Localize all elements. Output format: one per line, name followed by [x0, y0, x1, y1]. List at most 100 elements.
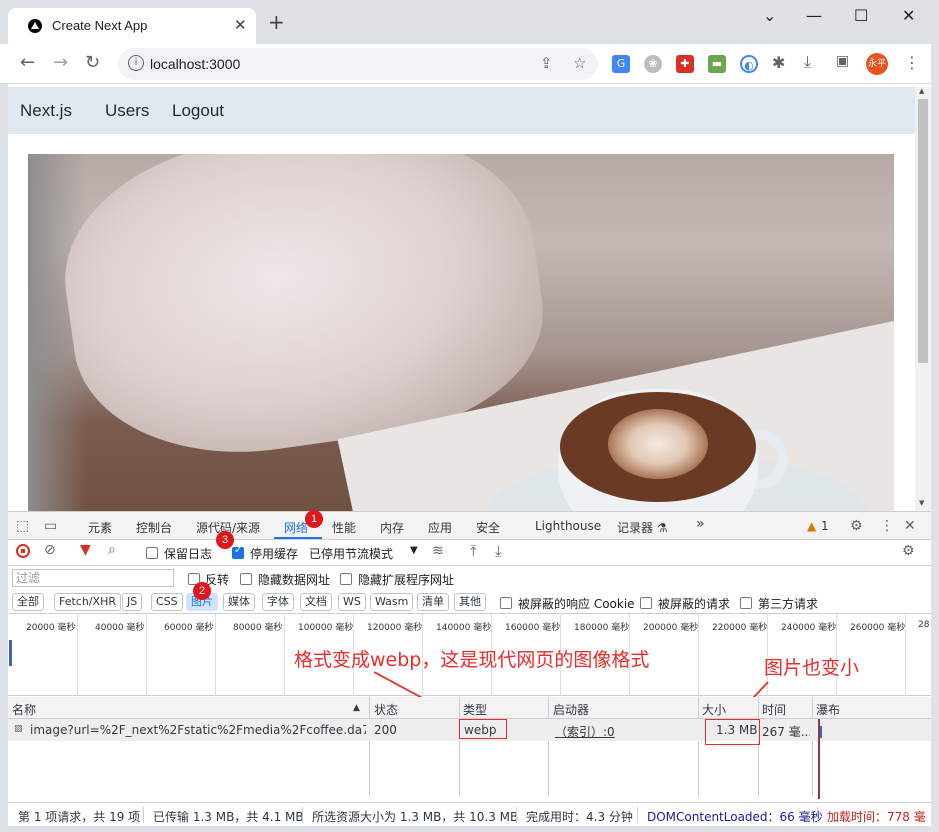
filter-input[interactable]: 过滤 [12, 569, 174, 587]
filter-chip-doc[interactable]: 文档 [300, 593, 332, 611]
filter-chip-manifest[interactable]: 清单 [417, 593, 449, 611]
timeline-tick-label: 180000 毫秒 [574, 623, 630, 633]
filter-chip-css[interactable]: CSS [151, 593, 183, 611]
column-waterfall[interactable]: 瀑布 [816, 701, 840, 718]
filter-chip-media[interactable]: 媒体 [223, 593, 255, 611]
extension-icon[interactable]: ✚ [676, 55, 694, 73]
timeline-tick-label: 240000 毫秒 [781, 623, 837, 633]
column-name[interactable]: 名称 [12, 701, 36, 718]
search-icon[interactable]: ⌕ [108, 542, 116, 558]
devtools-menu-icon[interactable]: ⋮ [880, 518, 894, 534]
tab-elements[interactable]: 元素 [88, 519, 112, 536]
network-status-bar: 第 1 项请求，共 19 项 已传输 1.3 MB，共 4.1 MB 所选资源大… [8, 802, 931, 826]
menu-kebab-icon[interactable]: ⋮ [904, 53, 920, 72]
reload-icon[interactable]: ↻ [85, 52, 100, 73]
tab-recorder[interactable]: 记录器 ⚗ [617, 519, 668, 536]
share-icon[interactable]: ⇪ [540, 54, 553, 72]
site-info-icon[interactable]: i [128, 55, 144, 71]
translate-extension-icon[interactable]: G [612, 55, 630, 73]
close-devtools-icon[interactable]: ✕ [904, 518, 916, 534]
request-initiator-link[interactable]: （索引）:0 [555, 723, 615, 740]
site-navbar: Next.js Users Logout [8, 87, 915, 134]
filter-chip-all[interactable]: 全部 [12, 593, 44, 611]
annotation-badge-3: 3 [216, 531, 234, 549]
chevron-down-icon[interactable]: ▼ [410, 545, 418, 556]
back-icon[interactable]: ← [20, 52, 35, 73]
clear-icon[interactable]: ⊘ [44, 542, 56, 558]
nav-link-logout[interactable]: Logout [172, 101, 224, 121]
tab-search-icon[interactable]: ⌄ [763, 6, 776, 25]
maximize-button[interactable]: ☐ [854, 6, 868, 25]
column-time[interactable]: 时间 [762, 701, 786, 718]
timeline-tick-label: 40000 毫秒 [95, 623, 145, 633]
blocked-requests-checkbox[interactable] [640, 596, 652, 610]
warning-icon[interactable]: ▲ [807, 519, 816, 533]
throttle-select[interactable]: 已停用节流模式 [309, 545, 393, 562]
address-bar[interactable]: i localhost:3000 ⇪ ☆ [118, 48, 598, 80]
status-request-count: 第 1 项请求，共 19 项 [18, 810, 141, 824]
network-conditions-icon[interactable]: ≋ [432, 543, 444, 559]
column-status[interactable]: 状态 [374, 701, 398, 718]
filter-chip-js[interactable]: JS [122, 593, 143, 611]
record-stop-icon[interactable] [16, 544, 30, 558]
filter-funnel-icon[interactable]: ▼ [80, 542, 91, 558]
image-file-icon: ▨ [14, 724, 23, 734]
nav-link-home[interactable]: Next.js [20, 101, 72, 121]
column-size[interactable]: 大小 [702, 701, 726, 718]
sort-ascending-icon[interactable]: ▲ [353, 703, 360, 713]
tab-close-icon[interactable]: ✕ [234, 16, 247, 34]
profile-avatar[interactable]: 永平 [866, 53, 888, 75]
request-name[interactable]: image?url=%2F_next%2Fstatic%2Fmedia%2Fco… [30, 723, 366, 737]
inspect-element-icon[interactable]: ⬚ [16, 518, 29, 534]
tab-performance[interactable]: 性能 [332, 519, 356, 536]
filter-chip-fetch-xhr[interactable]: Fetch/XHR [54, 593, 121, 611]
network-settings-gear-icon[interactable]: ⚙ [902, 543, 915, 559]
extension-icon[interactable]: ▬ [708, 55, 726, 73]
hide-data-urls-checkbox[interactable] [240, 572, 252, 586]
minimize-button[interactable]: — [806, 6, 822, 25]
tab-security[interactable]: 安全 [476, 519, 500, 536]
hide-data-urls-label: 隐藏数据网址 [258, 573, 331, 587]
extension-icon[interactable]: ◐ [740, 55, 758, 73]
side-panel-icon[interactable]: ▣ [836, 53, 849, 69]
annotation-badge-1: 1 [305, 510, 323, 528]
blocked-cookies-checkbox[interactable] [500, 596, 512, 610]
more-tabs-icon[interactable]: » [696, 516, 705, 532]
device-toolbar-icon[interactable]: ▭ [44, 518, 57, 534]
scroll-thumb[interactable] [918, 99, 928, 363]
tab-memory[interactable]: 内存 [380, 519, 404, 536]
filter-chip-font[interactable]: 字体 [262, 593, 294, 611]
tab-lighthouse[interactable]: Lighthouse [535, 519, 601, 533]
tab-application[interactable]: 应用 [428, 519, 452, 536]
column-type[interactable]: 类型 [463, 701, 487, 718]
bookmark-star-icon[interactable]: ☆ [573, 54, 586, 72]
download-icon[interactable]: ⤓ [804, 52, 811, 72]
scroll-down-arrow-icon[interactable]: ▼ [919, 499, 924, 507]
scroll-up-arrow-icon[interactable]: ▲ [919, 87, 924, 95]
disable-cache-checkbox[interactable] [232, 545, 244, 560]
export-har-icon[interactable]: ⤓ [495, 542, 502, 560]
tab-console[interactable]: 控制台 [136, 519, 172, 536]
preserve-log-checkbox[interactable] [146, 546, 158, 560]
timeline-tick-label: 120000 毫秒 [367, 623, 423, 633]
browser-tab[interactable]: Create Next App ✕ [8, 8, 256, 44]
filter-chip-wasm[interactable]: Wasm [370, 593, 414, 611]
filter-chip-other[interactable]: 其他 [454, 593, 486, 611]
annotation-format-note: 格式变成webp，这是现代网页的图像格式 [294, 649, 650, 671]
column-initiator[interactable]: 启动器 [553, 701, 589, 718]
import-har-icon[interactable]: ⤒ [470, 542, 477, 560]
page-scrollbar[interactable]: ▲ ▼ [915, 87, 931, 511]
hide-extension-urls-checkbox[interactable] [340, 572, 352, 586]
close-window-button[interactable]: ✕ [902, 6, 915, 25]
new-tab-button[interactable]: + [268, 12, 285, 32]
settings-gear-icon[interactable]: ⚙ [850, 518, 863, 534]
extension-icon[interactable]: ❀ [644, 55, 662, 73]
third-party-checkbox[interactable] [740, 596, 752, 610]
filter-chip-ws[interactable]: WS [338, 593, 366, 611]
warning-count[interactable]: 1 [821, 519, 829, 533]
status-load-time: 加载时间：778 毫 [827, 810, 926, 824]
window-frame-left [0, 84, 8, 832]
nav-link-users[interactable]: Users [105, 101, 149, 121]
forward-icon[interactable]: → [53, 52, 68, 73]
extensions-puzzle-icon[interactable]: ✱ [772, 53, 785, 72]
